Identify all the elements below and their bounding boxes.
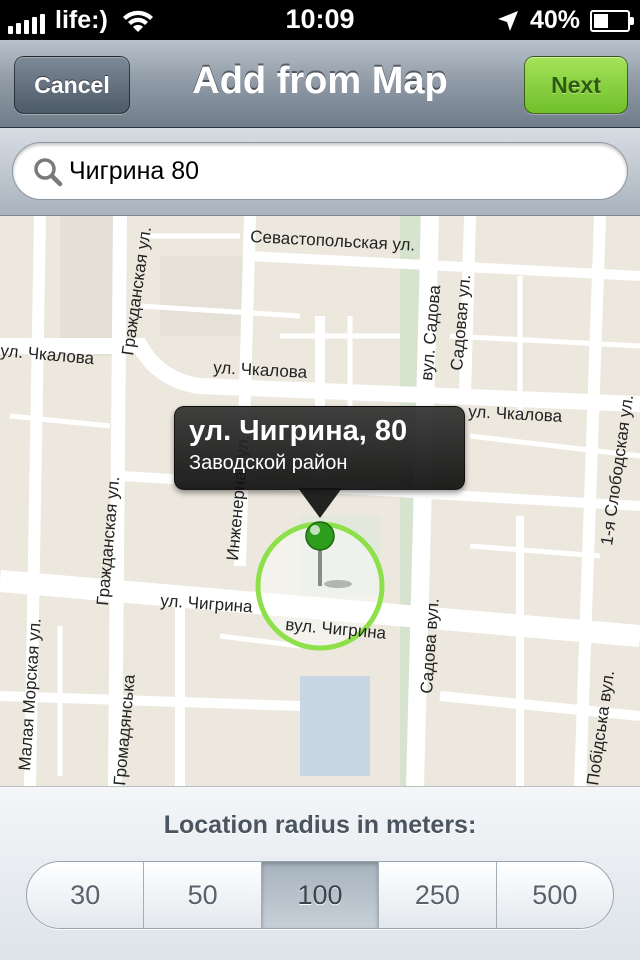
search-input[interactable]	[69, 143, 607, 199]
radius-option-30[interactable]: 30	[27, 862, 145, 928]
radius-option-100[interactable]: 100	[261, 862, 380, 928]
nav-bar: Cancel Add from Map Next	[0, 40, 640, 128]
status-bar: life:) 10:09 40%	[0, 0, 640, 40]
callout-title: ул. Чигрина, 80	[189, 415, 408, 447]
search-bar	[0, 128, 640, 216]
radius-label: Location radius in meters:	[163, 811, 477, 839]
callout-subtitle: Заводской район	[189, 452, 348, 474]
radius-option-250[interactable]: 250	[379, 862, 497, 928]
radius-segmented-control: 30 50 100 250 500	[26, 861, 614, 929]
battery-percent: 40%	[529, 6, 580, 34]
location-callout[interactable]: ул. Чигрина, 80 Заводской район	[174, 406, 465, 490]
next-button[interactable]: Next	[524, 56, 628, 114]
radius-panel: Location radius in meters: 30 50 100 250…	[0, 786, 640, 960]
search-field[interactable]	[12, 142, 628, 200]
callout-arrow	[298, 488, 342, 518]
radius-option-50[interactable]: 50	[144, 862, 262, 928]
search-icon	[34, 158, 63, 187]
location-arrow-icon	[497, 10, 518, 31]
radius-option-500[interactable]: 500	[497, 862, 613, 928]
battery-icon	[590, 9, 634, 32]
status-right: 40%	[496, 6, 634, 35]
